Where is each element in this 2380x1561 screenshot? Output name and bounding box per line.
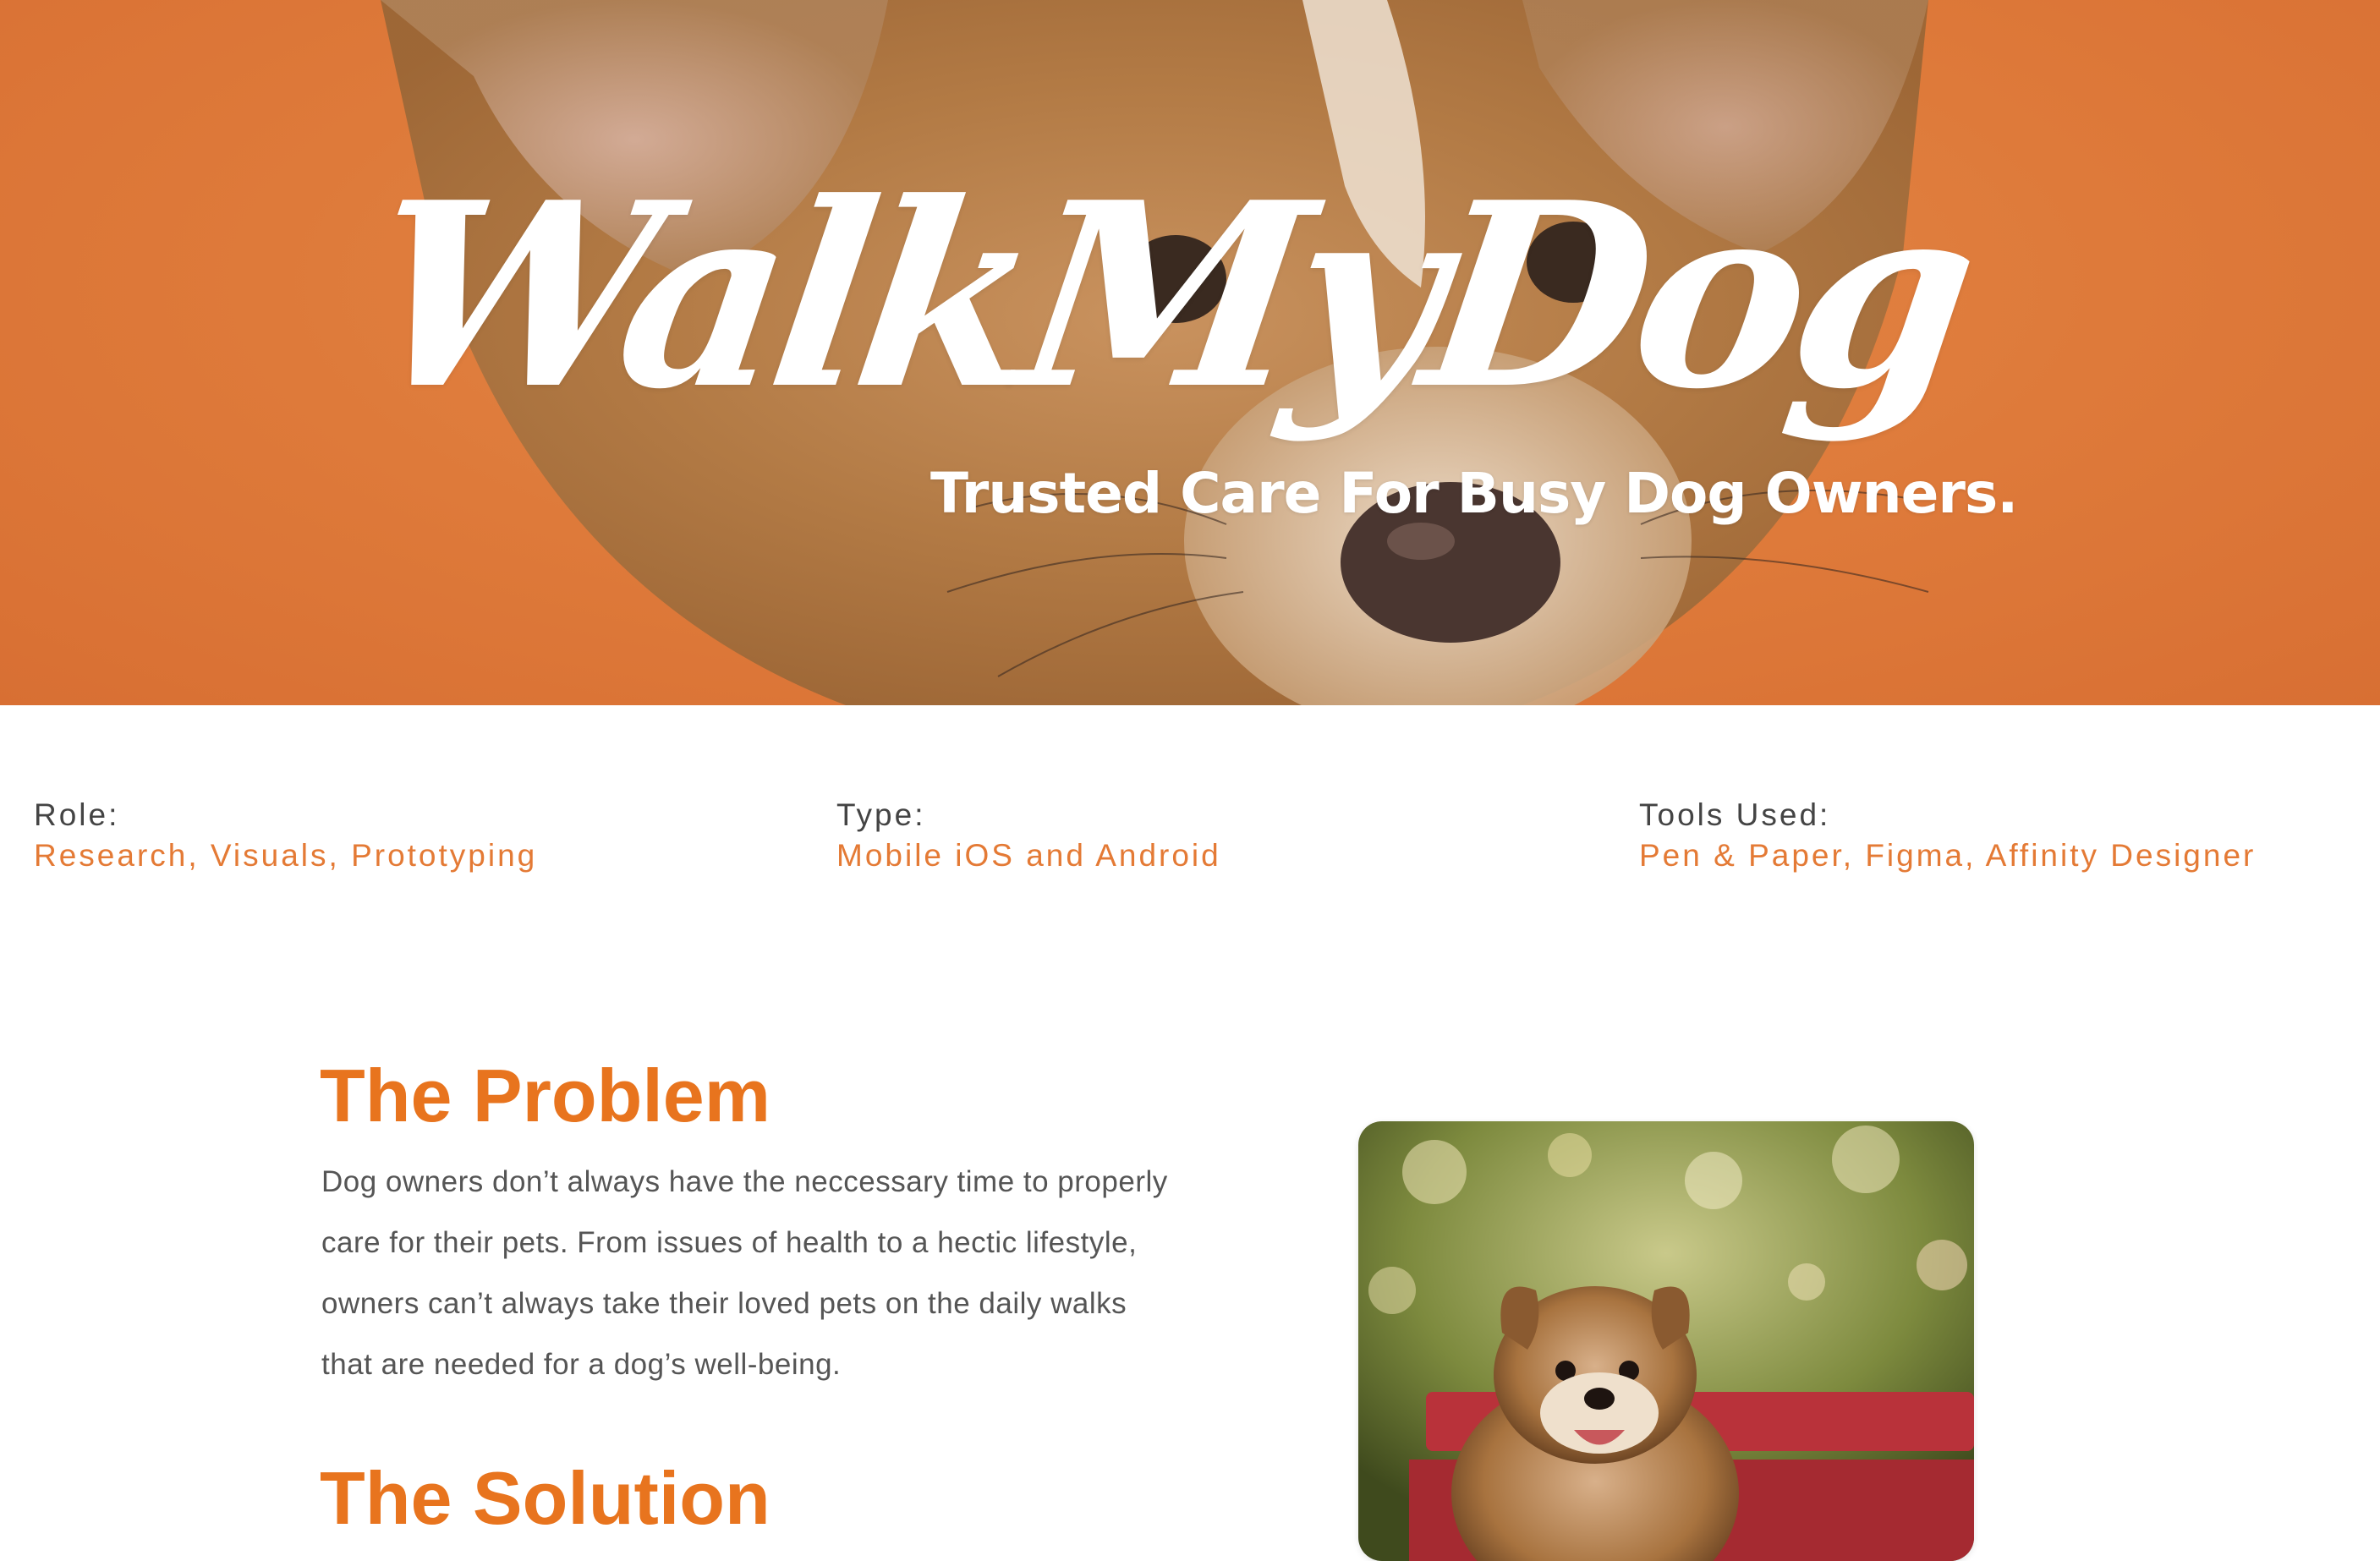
meta-tools: Tools Used: Pen & Paper, Figma, Affinity… [1639, 795, 2256, 876]
hero-banner: WalkMyDog Trusted Care For Busy Dog Owne… [0, 0, 2380, 705]
type-value: Mobile iOS and Android [836, 838, 1221, 873]
problem-heading: The Problem [320, 1054, 770, 1137]
app-logo-title: WalkMyDog [352, 146, 1982, 445]
role-value: Research, Visuals, Prototyping [34, 838, 538, 873]
solution-heading: The Solution [320, 1456, 770, 1540]
role-label: Role: [34, 797, 120, 832]
meta-role: Role: Research, Visuals, Prototyping [34, 795, 537, 876]
puppy-photo-image [1358, 1121, 1974, 1561]
puppy-photo [1358, 1121, 1974, 1561]
problem-body: Dog owners don’t always have the neccess… [321, 1165, 1168, 1381]
tools-value: Pen & Paper, Figma, Affinity Designer [1639, 838, 2257, 873]
meta-type: Type: Mobile iOS and Android [836, 795, 1221, 876]
type-label: Type: [836, 797, 926, 832]
tools-label: Tools Used: [1639, 797, 1831, 832]
hero-tagline: Trusted Care For Busy Dog Owners. [930, 461, 2018, 526]
